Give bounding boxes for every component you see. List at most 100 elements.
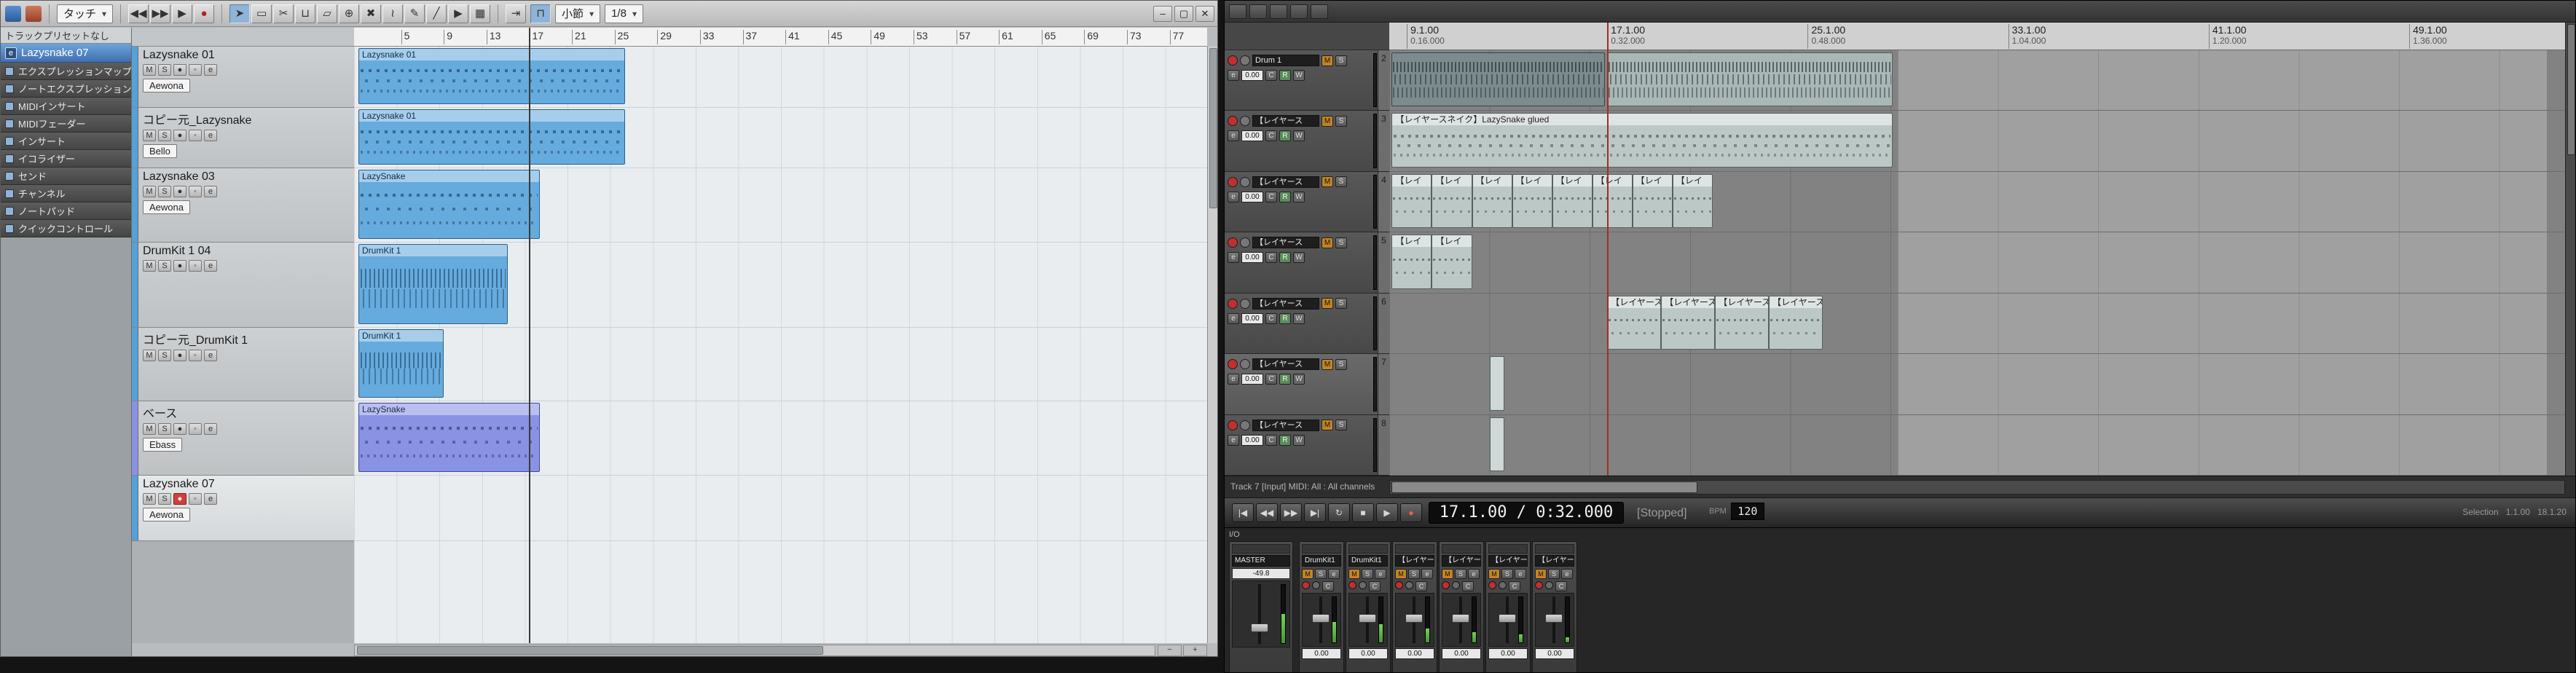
- monitor-button[interactable]: ◦: [189, 350, 202, 361]
- mixer-channel[interactable]: 【レイヤース:MSeC0.00: [1485, 541, 1531, 672]
- edit-button[interactable]: e: [204, 493, 217, 505]
- zoom-tool[interactable]: ⊕: [339, 4, 360, 23]
- read-automation-button[interactable]: R: [1279, 312, 1291, 324]
- volume-value[interactable]: 0.00: [1241, 374, 1263, 385]
- midi-part[interactable]: DrumKit 1: [358, 244, 508, 324]
- routing-slot[interactable]: [1232, 544, 1290, 554]
- track-header[interactable]: Lazysnake 03 M S ● ◦ e Aewona: [132, 168, 354, 243]
- scrollbar-thumb[interactable]: [357, 646, 823, 655]
- pan-value[interactable]: C: [1509, 581, 1520, 591]
- playhead-right[interactable]: [1607, 23, 1609, 476]
- to-end-button[interactable]: ▶|: [1304, 503, 1326, 522]
- pan-value[interactable]: C: [1265, 312, 1277, 324]
- monitor-button[interactable]: [1312, 581, 1320, 589]
- edit-button[interactable]: e: [1421, 569, 1433, 579]
- fader-value[interactable]: 0.00: [1395, 648, 1434, 659]
- snap-button[interactable]: ⊓: [530, 4, 551, 23]
- play-button[interactable]: ▶: [172, 4, 193, 23]
- edit-button[interactable]: e: [204, 130, 217, 141]
- midi-part[interactable]: 【レイ: [1472, 173, 1512, 229]
- routing-slot[interactable]: [1348, 544, 1388, 554]
- monitor-button[interactable]: ◦: [189, 493, 202, 505]
- solo-button[interactable]: S: [1335, 115, 1347, 127]
- edit-button[interactable]: e: [204, 260, 217, 272]
- toolbar-icon[interactable]: [1311, 4, 1328, 19]
- midi-part[interactable]: [1391, 52, 1605, 107]
- record-arm-button[interactable]: ●: [173, 260, 186, 272]
- edit-button[interactable]: e: [1328, 569, 1340, 579]
- transport-time-display[interactable]: 17.1.00 / 0:32.000: [1429, 502, 1624, 524]
- routing-slot[interactable]: [1535, 544, 1574, 554]
- grid-type-dropdown[interactable]: 小節 ▾: [555, 4, 601, 23]
- midi-part[interactable]: 【レイヤース: [1769, 295, 1823, 350]
- monitor-button[interactable]: [1359, 581, 1367, 589]
- record-arm-button[interactable]: [1442, 581, 1450, 589]
- record-arm-button[interactable]: [1395, 581, 1403, 589]
- solo-button[interactable]: S: [1335, 176, 1347, 188]
- record-button[interactable]: ●: [194, 4, 215, 23]
- master-channel[interactable]: MASTER -49.8: [1229, 541, 1293, 672]
- midi-part[interactable]: 【レイ: [1592, 173, 1633, 229]
- monitor-button[interactable]: ◦: [189, 423, 202, 435]
- mute-button[interactable]: M: [1395, 569, 1407, 579]
- read-automation-button[interactable]: R: [1279, 252, 1291, 264]
- time-warp-tool[interactable]: ≀: [382, 4, 404, 23]
- stop-button[interactable]: ■: [1352, 503, 1374, 522]
- record-arm-button[interactable]: [1535, 581, 1543, 589]
- track-strip[interactable]: 【レイヤース M Se 0.00 C R W 4: [1225, 171, 1389, 233]
- record-arm-button[interactable]: ●: [173, 493, 186, 505]
- solo-button[interactable]: S: [1335, 55, 1347, 66]
- edit-button[interactable]: e: [1228, 252, 1239, 264]
- solo-button[interactable]: S: [1408, 569, 1420, 579]
- solo-button[interactable]: S: [158, 260, 171, 272]
- line-tool[interactable]: ╱: [426, 4, 447, 23]
- solo-button[interactable]: S: [158, 186, 171, 197]
- pan-value[interactable]: C: [1369, 581, 1381, 591]
- timeline-ruler[interactable]: 59131721252933374145495357616569737781: [354, 28, 1207, 47]
- rewind-button[interactable]: ◀◀: [128, 4, 149, 23]
- midi-part[interactable]: DrumKit 1: [358, 329, 444, 398]
- pan-value[interactable]: C: [1462, 581, 1474, 591]
- monitor-button[interactable]: [1240, 420, 1250, 430]
- edit-button[interactable]: e: [204, 64, 217, 76]
- inspector-section[interactable]: チャンネル: [1, 185, 131, 202]
- autoscroll-button[interactable]: ⇥: [506, 4, 527, 23]
- track-header[interactable]: コピー元_Lazysnake M S ● ◦ e Bello: [132, 108, 354, 168]
- track-header[interactable]: Lazysnake 01 M S ● ◦ e Aewona: [132, 47, 354, 108]
- record-arm-button[interactable]: [1228, 298, 1238, 309]
- toolbar-icon[interactable]: [1270, 4, 1287, 19]
- instrument-chip[interactable]: Aewona: [143, 508, 190, 522]
- volume-value[interactable]: 0.00: [1241, 70, 1263, 81]
- read-automation-button[interactable]: R: [1279, 374, 1291, 385]
- record-arm-button[interactable]: [1488, 581, 1496, 589]
- fader-zone[interactable]: [1442, 593, 1481, 647]
- inspector-section[interactable]: ノートパッド: [1, 202, 131, 220]
- track-strip[interactable]: 【レイヤース M Se 0.00 C R W 7: [1225, 354, 1389, 415]
- rewind-button[interactable]: ◀◀: [1256, 503, 1278, 522]
- play-tool[interactable]: ▶: [448, 4, 469, 23]
- edit-button[interactable]: e: [1228, 130, 1239, 142]
- mute-button[interactable]: M: [143, 493, 156, 505]
- scrollbar-thumb[interactable]: [1391, 481, 1697, 493]
- fader-handle[interactable]: [1251, 623, 1269, 632]
- mixer-channel[interactable]: DrumKit1 M Se C 0.00: [1346, 541, 1391, 672]
- fader-zone[interactable]: [1395, 593, 1434, 647]
- read-automation-button[interactable]: R: [1279, 70, 1291, 81]
- mixer-channel[interactable]: 【レイヤース:MSeC0.00: [1439, 541, 1484, 672]
- solo-button[interactable]: S: [1315, 569, 1327, 579]
- routing-slot[interactable]: [1442, 544, 1481, 554]
- monitor-button[interactable]: [1545, 581, 1553, 589]
- monitor-button[interactable]: [1499, 581, 1507, 589]
- edit-button[interactable]: e: [1228, 70, 1239, 81]
- fader-value[interactable]: 0.00: [1488, 648, 1528, 659]
- fader-zone[interactable]: [1535, 593, 1574, 647]
- solo-button[interactable]: S: [158, 130, 171, 141]
- vertical-scrollbar-right[interactable]: [2565, 23, 2575, 476]
- inspector-section[interactable]: MIDIフェーダー: [1, 115, 131, 133]
- master-fader[interactable]: [1232, 580, 1290, 648]
- maximize-button[interactable]: ▢: [1174, 5, 1193, 22]
- pan-value[interactable]: C: [1555, 581, 1567, 591]
- track-preset-field[interactable]: トラックプリセットなし: [1, 28, 131, 44]
- to-start-button[interactable]: |◀: [1232, 503, 1254, 522]
- write-automation-button[interactable]: W: [1293, 252, 1305, 264]
